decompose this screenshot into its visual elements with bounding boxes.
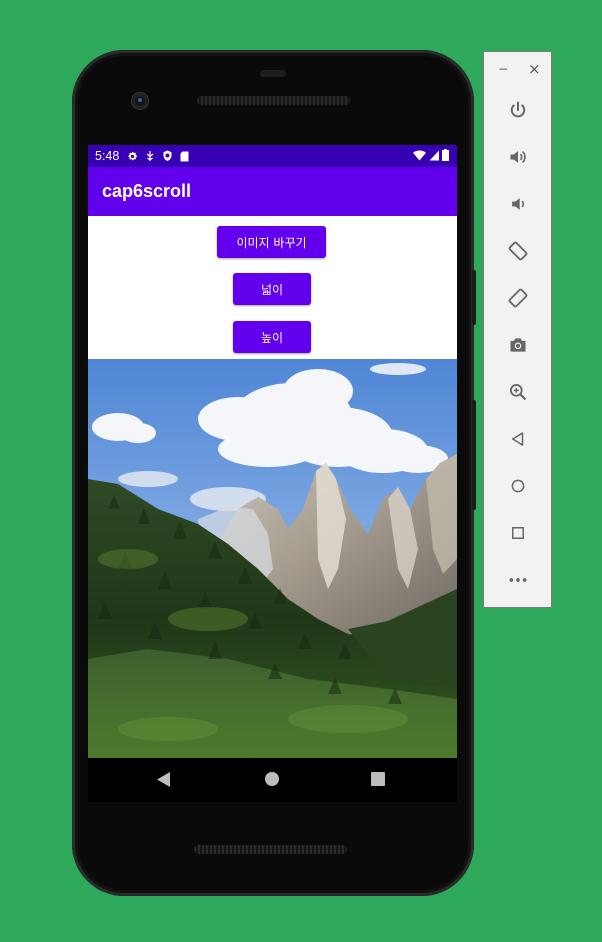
- earpiece-speaker: [197, 96, 350, 105]
- settings-icon: [128, 151, 138, 160]
- minimize-button[interactable]: −: [498, 62, 508, 76]
- emulator-tool-panel: − ×: [483, 51, 552, 608]
- back-icon[interactable]: [157, 772, 171, 787]
- home-icon: [511, 479, 525, 493]
- panel-window-controls: − ×: [484, 60, 551, 82]
- back-icon: [512, 432, 524, 446]
- home-icon[interactable]: [265, 772, 279, 786]
- volume-up-button[interactable]: [504, 143, 532, 171]
- landscape-image: [88, 359, 457, 758]
- battery-icon: [442, 149, 449, 161]
- change-image-button[interactable]: 이미지 바꾸기: [217, 226, 326, 258]
- screenshot-icon: [510, 338, 526, 352]
- power-icon: [510, 101, 526, 118]
- rotate-right-button[interactable]: [504, 284, 532, 312]
- height-button[interactable]: 높이: [233, 321, 311, 353]
- more-icon: [509, 578, 527, 582]
- screenshot-button[interactable]: [504, 331, 532, 359]
- rotate-left-button[interactable]: [504, 237, 532, 265]
- app-title: cap6scroll: [102, 181, 192, 201]
- power-key: [472, 270, 476, 325]
- navigation-bar: [88, 758, 457, 802]
- volume-up-icon: [510, 150, 526, 164]
- front-camera: [132, 93, 148, 109]
- proximity-sensor: [260, 70, 286, 77]
- close-button[interactable]: ×: [528, 60, 541, 78]
- power-button[interactable]: [504, 96, 532, 124]
- device-screen: 5:48 cap6scroll 이미지 바꾸기 넓이 높이: [88, 145, 457, 758]
- panel-home-button[interactable]: [504, 472, 532, 500]
- overview-icon: [512, 527, 524, 539]
- more-button[interactable]: [504, 566, 532, 594]
- app-bar: cap6scroll: [88, 167, 457, 216]
- sd-card-icon: [180, 151, 189, 161]
- shield-icon: [163, 150, 172, 161]
- zoom-button[interactable]: [504, 378, 532, 406]
- wifi-icon: [413, 150, 426, 160]
- volume-down-icon: [512, 198, 525, 210]
- bottom-speaker: [194, 845, 347, 854]
- button-area: 이미지 바꾸기 넓이 높이: [88, 216, 457, 359]
- panel-back-button[interactable]: [504, 425, 532, 453]
- rotate-left-icon: [508, 241, 528, 261]
- zoom-icon: [510, 384, 527, 401]
- usb-debug-icon: [146, 151, 154, 161]
- signal-icon: [429, 150, 439, 160]
- volume-key: [472, 400, 476, 510]
- volume-down-button[interactable]: [504, 190, 532, 218]
- status-time: 5:48: [95, 149, 120, 163]
- status-bar: 5:48: [88, 145, 457, 167]
- rotate-right-icon: [508, 288, 528, 308]
- width-button[interactable]: 넓이: [233, 273, 311, 305]
- overview-button[interactable]: [504, 519, 532, 547]
- recents-icon[interactable]: [371, 772, 385, 786]
